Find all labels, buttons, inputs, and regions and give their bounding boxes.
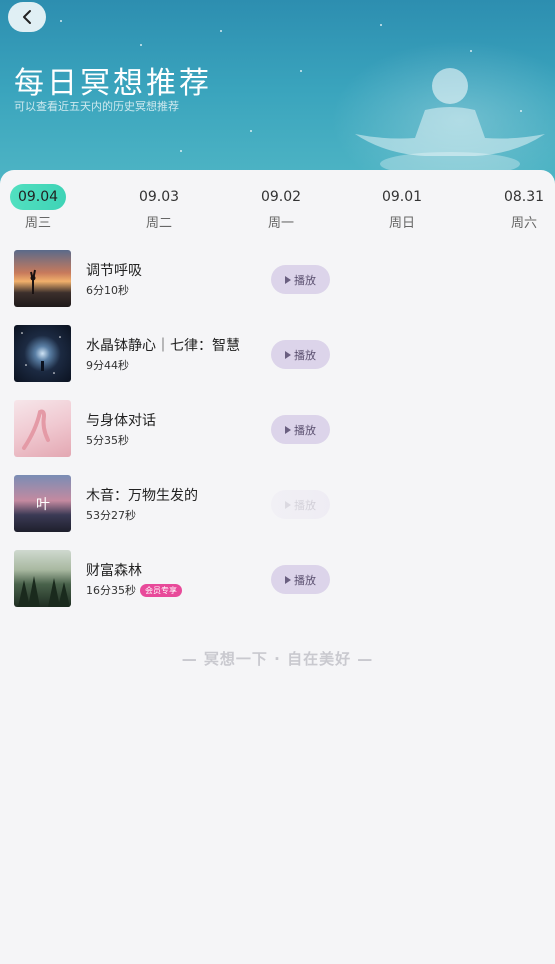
- date-tab-0831[interactable]: 08.31 周六: [494, 184, 554, 231]
- content-card: 09.04 周三 09.03 周二 09.02 周一 09.01 周日 08.3…: [0, 170, 555, 964]
- footer-tagline: — 冥想一下 · 自在美好 —: [181, 650, 374, 668]
- meditation-figure-icon: [355, 68, 545, 176]
- back-button[interactable]: [8, 2, 46, 32]
- cover-image-sunset: [14, 250, 71, 307]
- vip-badge: 会员专享: [140, 584, 182, 597]
- date-tab-0902[interactable]: 09.02 周一: [251, 184, 311, 231]
- list-item[interactable]: 财富森林 16分35秒 会员专享 播放: [0, 550, 555, 608]
- play-icon: [285, 275, 291, 284]
- play-icon: [285, 575, 291, 584]
- play-icon: [285, 425, 291, 434]
- cover-image-forest: [14, 550, 71, 607]
- item-duration: 9分44秒: [86, 359, 129, 372]
- list-item[interactable]: 与身体对话 5分35秒 播放: [0, 400, 555, 458]
- list-item[interactable]: 调节呼吸 6分10秒 播放: [0, 250, 555, 308]
- play-button[interactable]: 播放: [271, 340, 330, 369]
- svg-text:叶: 叶: [36, 497, 50, 513]
- item-duration: 6分10秒: [86, 284, 129, 297]
- date-tab-0903[interactable]: 09.03 周二: [129, 184, 189, 231]
- date-selector: 09.04 周三 09.03 周二 09.02 周一 09.01 周日 08.3…: [0, 184, 555, 234]
- item-title: 财富森林: [86, 563, 142, 579]
- page-subtitle: 可以查看近五天内的历史冥想推荐: [14, 100, 179, 113]
- cover-image-dusk: 叶: [14, 475, 71, 532]
- blur-overlay: [200, 475, 350, 533]
- item-title: 木音：万物生发的: [86, 488, 198, 504]
- item-title: 与身体对话: [86, 413, 156, 429]
- play-button[interactable]: 播放: [271, 265, 330, 294]
- item-duration: 16分35秒 会员专享: [86, 582, 182, 598]
- list-item[interactable]: 水晶钵静心｜七律：智慧 9分44秒 播放: [0, 325, 555, 383]
- item-duration: 5分35秒: [86, 434, 129, 447]
- date-tab-0901[interactable]: 09.01 周日: [372, 184, 432, 231]
- item-title: 水晶钵静心｜七律：智慧: [86, 338, 240, 354]
- item-title: 调节呼吸: [86, 263, 142, 279]
- list-item[interactable]: 叶 木音：万物生发的 53分27秒 播放: [0, 475, 555, 533]
- chevron-left-icon: [23, 10, 31, 24]
- date-tab-0904[interactable]: 09.04 周三: [8, 184, 68, 231]
- item-duration: 53分27秒: [86, 509, 136, 522]
- play-icon: [285, 350, 291, 359]
- play-button[interactable]: 播放: [271, 565, 330, 594]
- page-title: 每日冥想推荐: [14, 66, 212, 101]
- cover-image-starlight: [14, 325, 71, 382]
- play-button[interactable]: 播放: [271, 415, 330, 444]
- cover-image-hand: [14, 400, 71, 457]
